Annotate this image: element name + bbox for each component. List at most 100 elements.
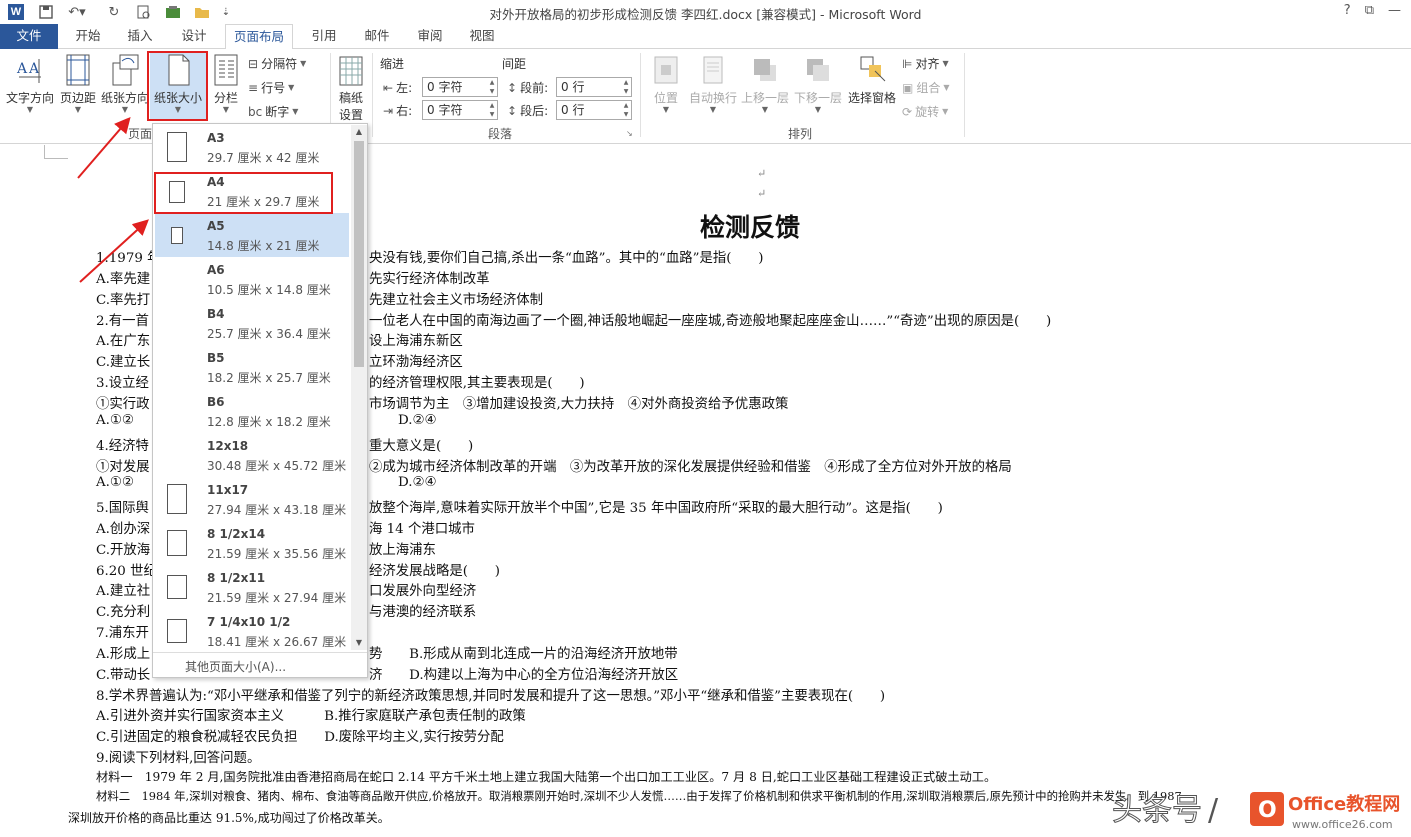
space-after-icon: ↕ — [507, 103, 518, 118]
doc-line: 央没有钱,要你们自己搞,杀出一条“血路”。其中的“血路”是指( ) — [369, 251, 764, 266]
doc-line: ②成为城市经济体制改革的开端 ③为改革开放的深化发展提供经验和借鉴 ④形成了全方… — [369, 460, 1012, 475]
doc-line: 口发展外向型经济 — [369, 584, 477, 599]
paper-size-item-11x17[interactable]: 11x17 27.94 厘米 x 43.18 厘米 — [155, 477, 349, 521]
doc-line: D.②④ — [398, 413, 437, 428]
more-paper-sizes-button[interactable]: 其他页面大小(A)... — [185, 658, 286, 675]
doc-line: A.建立社 — [96, 584, 151, 599]
paragraph-dialog-launcher-icon[interactable]: ↘ — [626, 129, 633, 138]
selection-pane-button[interactable]: 选择窗格 — [846, 53, 898, 106]
portrait-page-icon — [167, 530, 187, 556]
svg-text:/: / — [1208, 793, 1219, 828]
doc-line: C.引进固定的粮食税减轻农民负担 D.废除平均主义,实行按劳分配 — [96, 730, 504, 745]
portrait-page-icon — [167, 484, 187, 514]
svg-text:头条号: 头条号 — [1112, 793, 1202, 828]
paragraph-mark: ↵ — [757, 167, 767, 180]
watermark-logo: 头条号 / O Office教程网 www.office26.com — [1112, 792, 1400, 831]
doc-line: 材料二 1984 年,深圳对粮食、猪肉、棉布、食油等商品敞开供应,价格放开。取消… — [96, 789, 1182, 803]
indent-right-input[interactable]: 0 字符 ▲ ▼ — [422, 100, 498, 120]
paper-size-item-12x18[interactable]: 12x18 30.48 厘米 x 45.72 厘米 — [155, 433, 349, 477]
doc-line: A.引进外资并实行国家资本主义 B.推行家庭联产承包责任制的政策 — [96, 709, 526, 724]
doc-line: ①实行政 — [96, 397, 150, 412]
space-before-input[interactable]: 0 行 ▲ ▼ — [556, 77, 632, 97]
selection-pane-icon — [857, 53, 887, 87]
doc-line: 2.有一首 — [96, 314, 149, 329]
paper-size-item-8-5x14[interactable]: 8 1/2x14 21.59 厘米 x 35.56 厘米 — [155, 521, 349, 565]
paper-size-item-b4[interactable]: B4 25.7 厘米 x 36.4 厘米 — [155, 301, 349, 345]
doc-line: D.②④ — [398, 475, 437, 490]
doc-line: A.①② — [96, 413, 134, 428]
doc-line: 8.学术界普遍认为:“邓小平继承和借鉴了列宁的新经济政策思想,并同时发展和提升了… — [96, 689, 886, 704]
arrange-group-label: 排列 — [788, 127, 813, 141]
doc-line: ①对发展 — [96, 460, 150, 475]
separator — [964, 53, 965, 137]
paper-size-item-b5[interactable]: B5 18.2 厘米 x 25.7 厘米 — [155, 345, 349, 389]
doc-line: A.在广东 — [96, 334, 151, 349]
annotation-arrow — [79, 219, 149, 283]
portrait-page-icon — [167, 575, 187, 599]
send-backward-icon — [803, 53, 833, 87]
doc-line: 与港澳的经济联系 — [369, 605, 477, 620]
doc-line: A.形成上 — [96, 647, 151, 662]
doc-line: 材料一 1979 年 2 月,国务院批准由香港招商局在蛇口 2.14 平方千米土… — [96, 770, 997, 784]
align-button[interactable]: ⊫ 对齐 ▼ — [902, 55, 949, 72]
paragraph-group-label: 段落 — [488, 127, 513, 141]
paper-size-item-8-5x11[interactable]: 8 1/2x11 21.59 厘米 x 27.94 厘米 — [155, 565, 349, 609]
dropdown-divider — [153, 652, 367, 653]
separator — [640, 53, 641, 137]
space-after-label: 段后: — [520, 104, 549, 118]
doc-line: C.建立长 — [96, 355, 151, 370]
svg-text:www.office26.com: www.office26.com — [1292, 818, 1393, 831]
doc-line: 经济发展战略是( ) — [369, 564, 500, 579]
space-after-input[interactable]: 0 行 ▲ ▼ — [556, 100, 632, 120]
doc-line: C.带动长 — [96, 668, 151, 683]
scroll-down-icon[interactable]: ▼ — [351, 636, 367, 650]
doc-line: 海 14 个港口城市 — [369, 522, 475, 537]
doc-line: 放上海浦东 — [369, 543, 436, 558]
doc-line: 设上海浦东新区 — [369, 334, 463, 349]
bring-forward-button[interactable]: 上移一层 ▼ — [740, 53, 790, 114]
doc-line: 放整个海岸,意味着实际开放半个中国”,它是 35 年中国政府所“采取的最大胆行动… — [369, 501, 943, 516]
doc-line: 重大意义是( ) — [369, 439, 474, 454]
doc-line: C.充分利 — [96, 605, 151, 620]
doc-line: C.开放海 — [96, 543, 151, 558]
wrap-text-button[interactable]: 自动换行 ▼ — [688, 53, 738, 114]
space-before-icon: ↕ — [507, 80, 518, 95]
bring-forward-icon — [750, 53, 780, 87]
position-icon — [651, 53, 681, 87]
doc-line: 立环渤海经济区 — [369, 355, 463, 370]
annotation-arrows — [77, 116, 149, 283]
doc-line: 深圳放开价格的商品比重达 91.5%,成功闯过了价格改革关。 — [68, 811, 390, 825]
doc-line: 势 B.形成从南到北连成一片的沿海经济开放地带 — [369, 647, 678, 662]
rotate-button[interactable]: ⟳ 旋转 ▼ — [902, 103, 948, 120]
help-button[interactable]: ? — [1344, 3, 1351, 18]
spacing-title: 间距 — [502, 57, 527, 71]
ribbon-display-button[interactable]: ⧉ — [1365, 3, 1374, 18]
doc-line: 济 D.构建以上海为中心的全方位沿海经济开放区 — [369, 668, 679, 683]
portrait-page-icon — [167, 619, 187, 643]
tab-review[interactable]: 审阅 — [408, 24, 452, 49]
send-backward-button[interactable]: 下移一层 ▼ — [793, 53, 843, 114]
paper-size-item-7-25x10-5[interactable]: 7 1/4x10 1/2 18.41 厘米 x 26.67 厘米 — [155, 609, 349, 653]
doc-line: 一位老人在中国的南海边画了一个圈,神话般地崛起一座座城,奇迹般地聚起座座金山……… — [369, 314, 1052, 329]
doc-line: A.创办深 — [96, 522, 151, 537]
align-icon: ⊫ — [902, 56, 913, 71]
group-icon: ▣ — [902, 80, 914, 95]
doc-line: 3.设立经 — [96, 376, 149, 391]
doc-line: A.①② — [96, 475, 134, 490]
minimize-button[interactable]: — — [1388, 3, 1401, 18]
document-heading: 检测反馈 — [700, 213, 801, 242]
group-button[interactable]: ▣ 组合 ▼ — [902, 79, 950, 96]
doc-line: 7.浦东开 — [96, 626, 149, 641]
doc-line: 4.经济特 — [96, 439, 149, 454]
indent-left-input[interactable]: 0 字符 ▲ ▼ — [422, 77, 498, 97]
paper-size-item-b6[interactable]: B6 12.8 厘米 x 18.2 厘米 — [155, 389, 349, 433]
doc-line: 6.20 世纪 — [96, 564, 157, 579]
svg-text:O: O — [1258, 798, 1277, 823]
watermark: 头条号 / O Office教程网 www.office26.com — [1112, 782, 1402, 834]
doc-line: 5.国际舆 — [96, 501, 149, 516]
tab-view[interactable]: 视图 — [460, 24, 504, 49]
paragraph-mark: ↵ — [757, 187, 767, 200]
position-button[interactable]: 位置 ▼ — [648, 53, 684, 114]
rotate-icon: ⟳ — [902, 104, 913, 119]
annotation-arrow — [77, 116, 131, 179]
